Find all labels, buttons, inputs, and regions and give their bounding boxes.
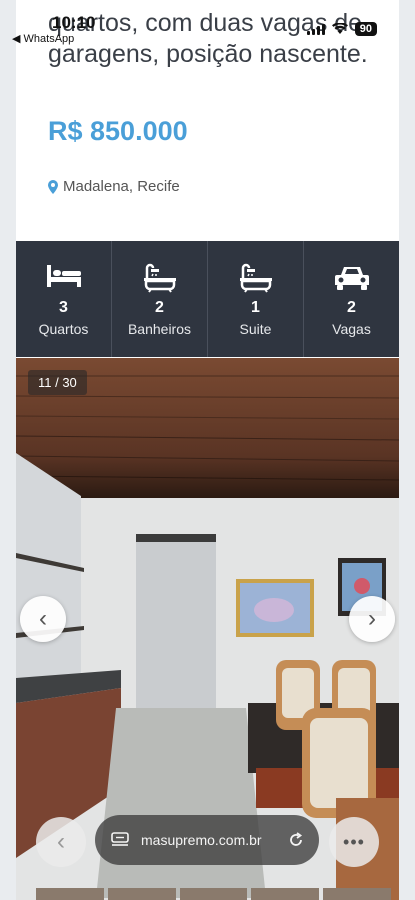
browser-back-button[interactable]: ‹: [36, 817, 86, 867]
feature-quartos: 3 Quartos: [16, 241, 112, 357]
car-icon: [334, 267, 369, 290]
thumbnail[interactable]: [36, 888, 104, 900]
chevron-left-icon: ‹: [39, 605, 47, 632]
map-pin-icon: [48, 179, 58, 194]
reload-icon[interactable]: [287, 831, 305, 849]
back-to-whatsapp-link[interactable]: ◀ WhatsApp: [12, 32, 74, 45]
more-icon: •••: [343, 831, 365, 852]
next-photo-button[interactable]: ›: [349, 596, 395, 642]
address-bar[interactable]: masupremo.com.br: [95, 815, 319, 865]
bathtub-icon: [239, 263, 272, 293]
browser-toolbar: ‹ masupremo.com.br •••: [0, 810, 415, 870]
bathtub-icon: [143, 263, 176, 293]
thumbnail[interactable]: [323, 888, 391, 900]
feature-value: 1: [251, 299, 260, 316]
url-text: masupremo.com.br: [141, 832, 262, 848]
chevron-right-icon: ›: [368, 605, 376, 632]
photo-thumbnail-strip[interactable]: [36, 888, 391, 900]
feature-suite: 1 Suite: [208, 241, 304, 357]
features-bar: 3 Quartos 2 Banheiros 1 Suite 2 Vagas: [16, 241, 399, 357]
feature-banheiros: 2 Banheiros: [112, 241, 208, 357]
feature-label: Vagas: [332, 321, 371, 337]
wifi-icon: [331, 23, 348, 34]
feature-label: Suite: [239, 321, 272, 337]
battery-indicator: 90: [354, 22, 377, 36]
location-text: Madalena, Recife: [63, 178, 180, 195]
signal-icon: [306, 23, 325, 35]
feature-label: Quartos: [38, 321, 89, 337]
feature-value: 2: [347, 299, 356, 316]
thumbnail[interactable]: [251, 888, 320, 900]
clock: 10:10: [52, 13, 96, 32]
bed-icon: [46, 265, 81, 287]
feature-label: Banheiros: [127, 321, 192, 337]
more-options-button[interactable]: •••: [329, 817, 379, 867]
chevron-left-icon: ‹: [57, 828, 65, 855]
listing-price: R$ 850.000: [48, 116, 188, 146]
listing-location: Madalena, Recife: [48, 178, 180, 195]
feature-vagas: 2 Vagas: [304, 241, 399, 357]
status-icons: 90: [306, 22, 377, 36]
reader-icon: [111, 832, 129, 846]
previous-photo-button[interactable]: ‹: [20, 596, 66, 642]
status-bar: 10:10 ◀ WhatsApp 90: [0, 0, 415, 48]
feature-value: 3: [59, 299, 68, 316]
photo-counter: 11 / 30: [28, 370, 87, 395]
thumbnail[interactable]: [179, 888, 248, 900]
feature-value: 2: [155, 299, 164, 316]
thumbnail[interactable]: [107, 888, 176, 900]
